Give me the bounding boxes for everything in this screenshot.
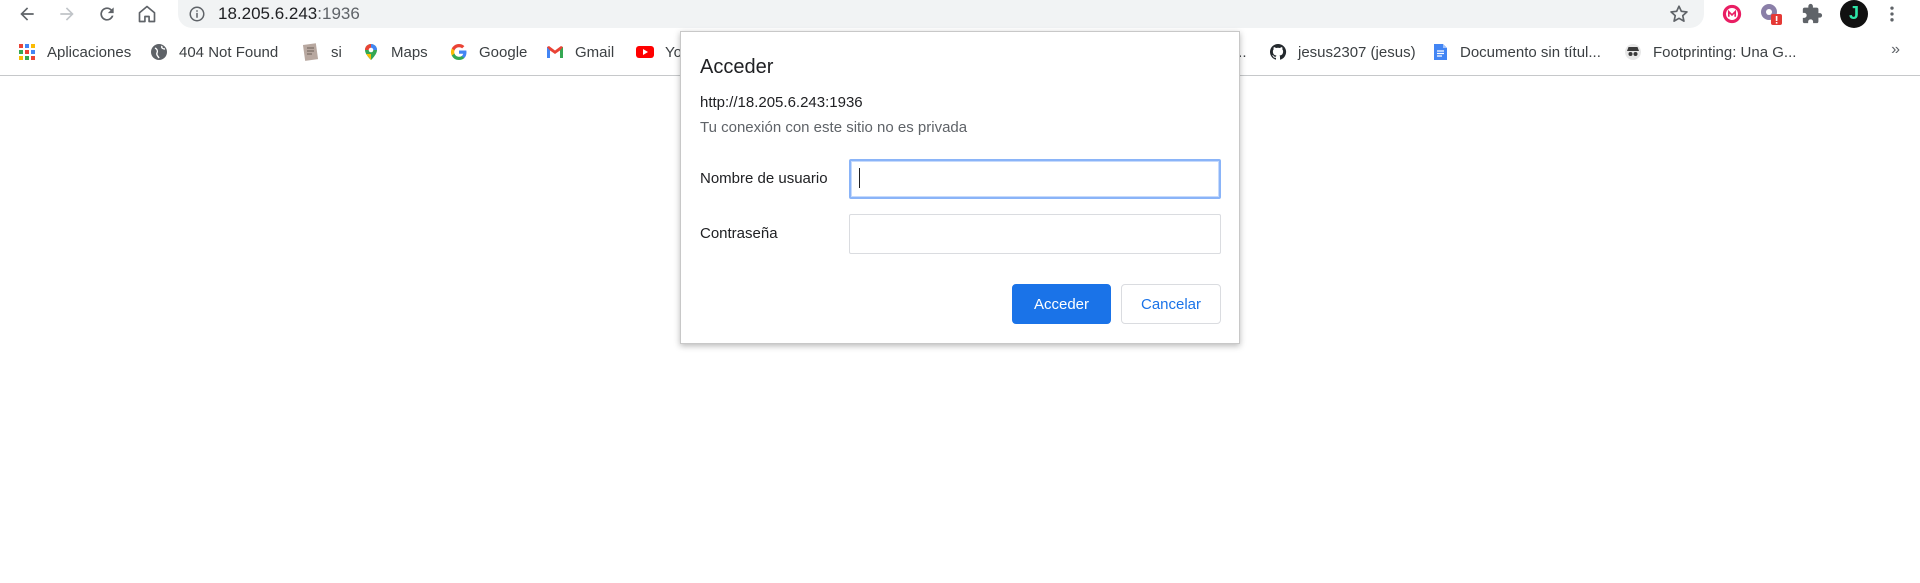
bookmark-label: jesus2307 (jesus) xyxy=(1298,43,1416,61)
bookmark-footprinting[interactable]: Footprinting: Una G... xyxy=(1624,41,1796,63)
spy-favicon-icon xyxy=(1624,43,1642,61)
google-docs-icon xyxy=(1431,43,1449,61)
gmail-icon xyxy=(546,43,564,61)
google-icon xyxy=(450,43,468,61)
dialog-url: http://18.205.6.243:1936 xyxy=(700,94,863,111)
avatar-initial: J xyxy=(1848,3,1859,23)
apps-grid-icon xyxy=(18,43,36,61)
bookmark-404[interactable]: 404 Not Found xyxy=(150,41,278,63)
bookmark-github[interactable]: jesus2307 (jesus) xyxy=(1269,41,1416,63)
profile-avatar[interactable]: J xyxy=(1840,0,1868,28)
extension-alert-button[interactable] xyxy=(1759,2,1783,26)
bookmark-label: Documento sin títul... xyxy=(1460,43,1601,61)
dialog-privacy-warning: Tu conexión con este sitio no es privada xyxy=(700,119,968,136)
bookmark-label: Maps xyxy=(391,43,428,61)
bookmark-maps[interactable]: Maps xyxy=(362,41,428,63)
bookmarks-overflow-button[interactable]: » xyxy=(1891,41,1900,59)
bookmark-label: 404 Not Found xyxy=(179,43,279,61)
password-input[interactable] xyxy=(849,214,1221,254)
bookmark-label: Gmail xyxy=(575,43,615,61)
menu-button[interactable] xyxy=(1880,2,1904,26)
sign-in-button[interactable]: Acceder xyxy=(1012,284,1111,324)
bookmark-youtube[interactable]: Yo xyxy=(636,41,682,63)
address-text[interactable]: 18.205.6.243:1936 xyxy=(218,4,360,24)
dialog-title: Acceder xyxy=(700,56,774,78)
address-bar[interactable]: 18.205.6.243:1936 xyxy=(178,0,1704,28)
more-vertical-icon xyxy=(1890,6,1894,22)
sign-in-dialog: Acceder http://18.205.6.243:1936 Tu cone… xyxy=(680,31,1240,344)
star-icon[interactable] xyxy=(1668,3,1690,25)
address-host: 18.205.6.243 xyxy=(218,4,318,23)
bookmark-label: Footprinting: Una G... xyxy=(1653,43,1797,61)
arrow-right-icon xyxy=(60,7,74,21)
browser-toolbar: 18.205.6.243:1936 J xyxy=(0,0,1920,28)
username-label: Nombre de usuario xyxy=(700,170,828,187)
bookmark-label: Aplicaciones xyxy=(47,43,132,61)
password-label: Contraseña xyxy=(700,225,778,242)
home-icon xyxy=(138,5,156,23)
puzzle-piece-icon xyxy=(1802,3,1823,24)
github-icon xyxy=(1269,43,1287,61)
address-port: :1936 xyxy=(317,4,360,23)
bookmark-label: si xyxy=(331,43,342,61)
reload-icon xyxy=(100,7,114,21)
bookmark-document[interactable]: Documento sin títul... xyxy=(1431,41,1601,63)
username-input[interactable] xyxy=(849,159,1221,199)
bookmark-gmail[interactable]: Gmail xyxy=(546,41,614,63)
back-button[interactable] xyxy=(15,2,39,26)
bookmark-apps[interactable]: Aplicaciones xyxy=(18,41,131,63)
youtube-icon xyxy=(636,43,654,61)
extension-alert-icon xyxy=(1761,4,1782,25)
extension-m-icon xyxy=(1722,4,1742,24)
extension-m-button[interactable] xyxy=(1720,2,1744,26)
cancel-button[interactable]: Cancelar xyxy=(1121,284,1221,324)
reload-button[interactable] xyxy=(95,2,119,26)
text-caret xyxy=(859,168,860,188)
info-icon[interactable] xyxy=(188,5,206,23)
maps-icon xyxy=(362,43,380,61)
bookmark-google[interactable]: Google xyxy=(450,41,527,63)
bookmark-si[interactable]: si xyxy=(302,41,342,63)
extensions-button[interactable] xyxy=(1800,2,1824,26)
forward-button[interactable] xyxy=(55,2,79,26)
bookmark-favicon-icon xyxy=(302,43,320,61)
globe-icon xyxy=(150,43,168,61)
arrow-left-icon xyxy=(20,7,34,21)
bookmark-label: Google xyxy=(479,43,528,61)
home-button[interactable] xyxy=(135,2,159,26)
